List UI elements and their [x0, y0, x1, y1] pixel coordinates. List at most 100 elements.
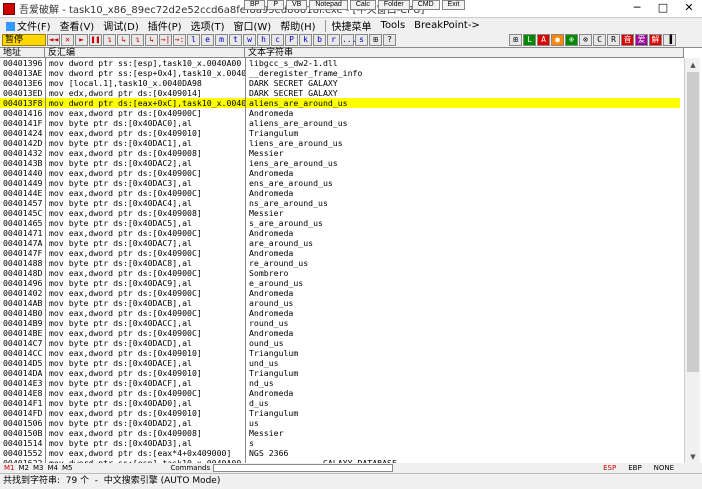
- register-ebp[interactable]: EBP: [628, 464, 641, 472]
- plugin-folder-button[interactable]: Folder: [377, 0, 410, 10]
- table-row[interactable]: 004014B9 mov byte ptr ds:[0x40DACC],al rou…: [0, 318, 680, 328]
- menu-debug[interactable]: 调试(D): [103, 18, 139, 33]
- table-row[interactable]: 00401440 mov eax,dword ptr ds:[0x40900C] A…: [0, 168, 680, 178]
- memory-window-button[interactable]: m: [215, 34, 228, 46]
- menu-tools[interactable]: Tools: [381, 20, 406, 31]
- register-none[interactable]: NONE: [654, 464, 674, 472]
- table-row[interactable]: 004014AB mov byte ptr ds:[0x40DACB],al aro…: [0, 298, 680, 308]
- minimize-button[interactable]: ─: [624, 0, 650, 16]
- goto-button[interactable]: →:: [173, 34, 186, 46]
- help-button[interactable]: ?: [383, 34, 396, 46]
- references-window-button[interactable]: r: [327, 34, 340, 46]
- step-over-button[interactable]: ↳: [117, 34, 130, 46]
- plugin-cmd-button[interactable]: CMD: [411, 0, 440, 10]
- plugin-tool-yin-button[interactable]: 音: [621, 34, 634, 46]
- menu-breakpoint[interactable]: BreakPoint->: [414, 20, 480, 31]
- call-stack-button[interactable]: k: [299, 34, 312, 46]
- run-button[interactable]: ►: [75, 34, 88, 46]
- table-row[interactable]: 004013E6 mov [local.1],task10_x.0040DA98 D…: [0, 78, 680, 88]
- plugin-vb-button[interactable]: VB: [286, 0, 308, 10]
- plugin-tool-l-button[interactable]: L: [523, 34, 536, 46]
- trace-over-button[interactable]: ↳: [145, 34, 158, 46]
- trace-into-button[interactable]: ↴: [131, 34, 144, 46]
- plugin-p-button[interactable]: P: [267, 0, 285, 10]
- scroll-thumb[interactable]: [687, 72, 699, 372]
- table-row[interactable]: 0040143B mov byte ptr ds:[0x40DAC2],al ien…: [0, 158, 680, 168]
- table-row[interactable]: 004014C7 mov byte ptr ds:[0x40DACD],al oun…: [0, 338, 680, 348]
- step-into-button[interactable]: ↴: [103, 34, 116, 46]
- plugin-tool-a-button[interactable]: A: [537, 34, 550, 46]
- breakpoints-window-button[interactable]: b: [313, 34, 326, 46]
- log-window-button[interactable]: l: [187, 34, 200, 46]
- maximize-button[interactable]: □: [650, 0, 676, 16]
- tab-m3[interactable]: M3: [33, 464, 44, 472]
- execute-till-return-button[interactable]: →|: [159, 34, 172, 46]
- plugin-tool-x-button[interactable]: ⊗: [579, 34, 592, 46]
- modules-window-button[interactable]: e: [201, 34, 214, 46]
- threads-window-button[interactable]: t: [229, 34, 242, 46]
- scroll-down-icon[interactable]: ▼: [685, 450, 701, 464]
- plugin-tool-dot-button[interactable]: ●: [551, 34, 564, 46]
- table-row[interactable]: 00401396 mov dword ptr ss:[esp],task10_x.…: [0, 58, 680, 68]
- table-row[interactable]: 00401432 mov eax,dword ptr ds:[0x409008] M…: [0, 148, 680, 158]
- scroll-up-icon[interactable]: ▲: [685, 58, 701, 72]
- table-row[interactable]: 004014BE mov eax,dword ptr ds:[0x40900C] A…: [0, 328, 680, 338]
- options-button[interactable]: ⊞: [369, 34, 382, 46]
- register-esp[interactable]: ESP: [603, 464, 616, 472]
- table-row[interactable]: 004014DA mov eax,dword ptr ds:[0x409010] T…: [0, 368, 680, 378]
- menu-file[interactable]: 文件(F): [6, 18, 51, 33]
- plugin-tool-jie-button[interactable]: 解: [649, 34, 662, 46]
- table-row[interactable]: 00401449 mov byte ptr ds:[0x40DAC3],al ens…: [0, 178, 680, 188]
- table-row[interactable]: 00401465 mov byte ptr ds:[0x40DAC5],al s_a…: [0, 218, 680, 228]
- table-row[interactable]: 00401424 mov eax,dword ptr ds:[0x409010] T…: [0, 128, 680, 138]
- plugin-notepad-button[interactable]: Notepad: [309, 0, 348, 10]
- handles-window-button[interactable]: h: [257, 34, 270, 46]
- table-row[interactable]: 004013F8 mov dword ptr ds:[eax+0xC],task1…: [0, 98, 680, 108]
- table-row[interactable]: 004013ED mov edx,dword ptr ds:[0x409014] D…: [0, 88, 680, 98]
- close-button[interactable]: ✕: [676, 0, 702, 16]
- column-header-disassembly[interactable]: 反汇编: [45, 48, 245, 58]
- tab-m2[interactable]: M2: [19, 464, 30, 472]
- tab-m1[interactable]: M1: [4, 464, 15, 472]
- table-row[interactable]: 00401496 mov byte ptr ds:[0x40DAC9],al e_a…: [0, 278, 680, 288]
- source-window-button[interactable]: s: [355, 34, 368, 46]
- table-row[interactable]: 0040148D mov eax,dword ptr ds:[0x40900C] S…: [0, 268, 680, 278]
- table-row[interactable]: 004014E3 mov byte ptr ds:[0x40DACF],al nd_…: [0, 378, 680, 388]
- table-row[interactable]: 004014B0 mov eax,dword ptr ds:[0x40900C] A…: [0, 308, 680, 318]
- plugin-tool-r-button[interactable]: R: [607, 34, 620, 46]
- plugin-tool-1-button[interactable]: ⊞: [509, 34, 522, 46]
- table-row[interactable]: 004014CC mov eax,dword ptr ds:[0x409010] T…: [0, 348, 680, 358]
- plugin-bp-button[interactable]: BP: [244, 0, 266, 10]
- table-row[interactable]: 00401471 mov eax,dword ptr ds:[0x40900C] A…: [0, 228, 680, 238]
- plugin-tool-plus-button[interactable]: ⊕: [565, 34, 578, 46]
- menu-view[interactable]: 查看(V): [60, 18, 95, 33]
- table-row[interactable]: 004013AE mov dword ptr ss:[esp+0x4],task1…: [0, 68, 680, 78]
- table-row[interactable]: 0040147F mov eax,dword ptr ds:[0x40900C] A…: [0, 248, 680, 258]
- menu-shortcuts[interactable]: 快捷菜单: [332, 18, 372, 33]
- menu-plugins[interactable]: 插件(P): [148, 18, 182, 33]
- table-row[interactable]: 0040141F mov byte ptr ds:[0x40DAC0],al ali…: [0, 118, 680, 128]
- table-row[interactable]: 0040150B mov eax,dword ptr ds:[0x409008] M…: [0, 428, 680, 438]
- table-row[interactable]: 0040144E mov eax,dword ptr ds:[0x40900C] A…: [0, 188, 680, 198]
- table-row[interactable]: 00401552 mov eax,dword ptr ds:[eax*4+0x40…: [0, 448, 680, 458]
- windows-window-button[interactable]: w: [243, 34, 256, 46]
- menu-help[interactable]: 帮助(H): [280, 18, 315, 33]
- restart-button[interactable]: ◄◄: [47, 34, 60, 46]
- table-row[interactable]: 0040147A mov byte ptr ds:[0x40DAC7],al are…: [0, 238, 680, 248]
- menu-window[interactable]: 窗口(W): [234, 18, 272, 33]
- table-row[interactable]: 004014D5 mov byte ptr ds:[0x40DACE],al und…: [0, 358, 680, 368]
- column-header-text-string[interactable]: 文本字符串: [245, 48, 684, 58]
- table-row[interactable]: 004014F1 mov byte ptr ds:[0x40DAD0],al d_u…: [0, 398, 680, 408]
- run-trace-button[interactable]: ...: [341, 34, 356, 46]
- column-header-address[interactable]: 地址: [0, 48, 45, 58]
- menu-options[interactable]: 选项(T): [191, 18, 225, 33]
- table-row[interactable]: 00401402 mov eax,dword ptr ds:[0x40900C] A…: [0, 288, 680, 298]
- table-row[interactable]: 00401457 mov byte ptr ds:[0x40DAC4],al ns_…: [0, 198, 680, 208]
- plugin-exit-button[interactable]: Exit: [441, 0, 466, 10]
- table-row[interactable]: 0040145C mov eax,dword ptr ds:[0x409008] M…: [0, 208, 680, 218]
- table-row[interactable]: 00401416 mov eax,dword ptr ds:[0x40900C] A…: [0, 108, 680, 118]
- close-program-button[interactable]: ✕: [61, 34, 74, 46]
- patches-window-button[interactable]: P: [285, 34, 298, 46]
- tab-m5[interactable]: M5: [62, 464, 73, 472]
- table-row[interactable]: 0040142D mov byte ptr ds:[0x40DAC1],al lie…: [0, 138, 680, 148]
